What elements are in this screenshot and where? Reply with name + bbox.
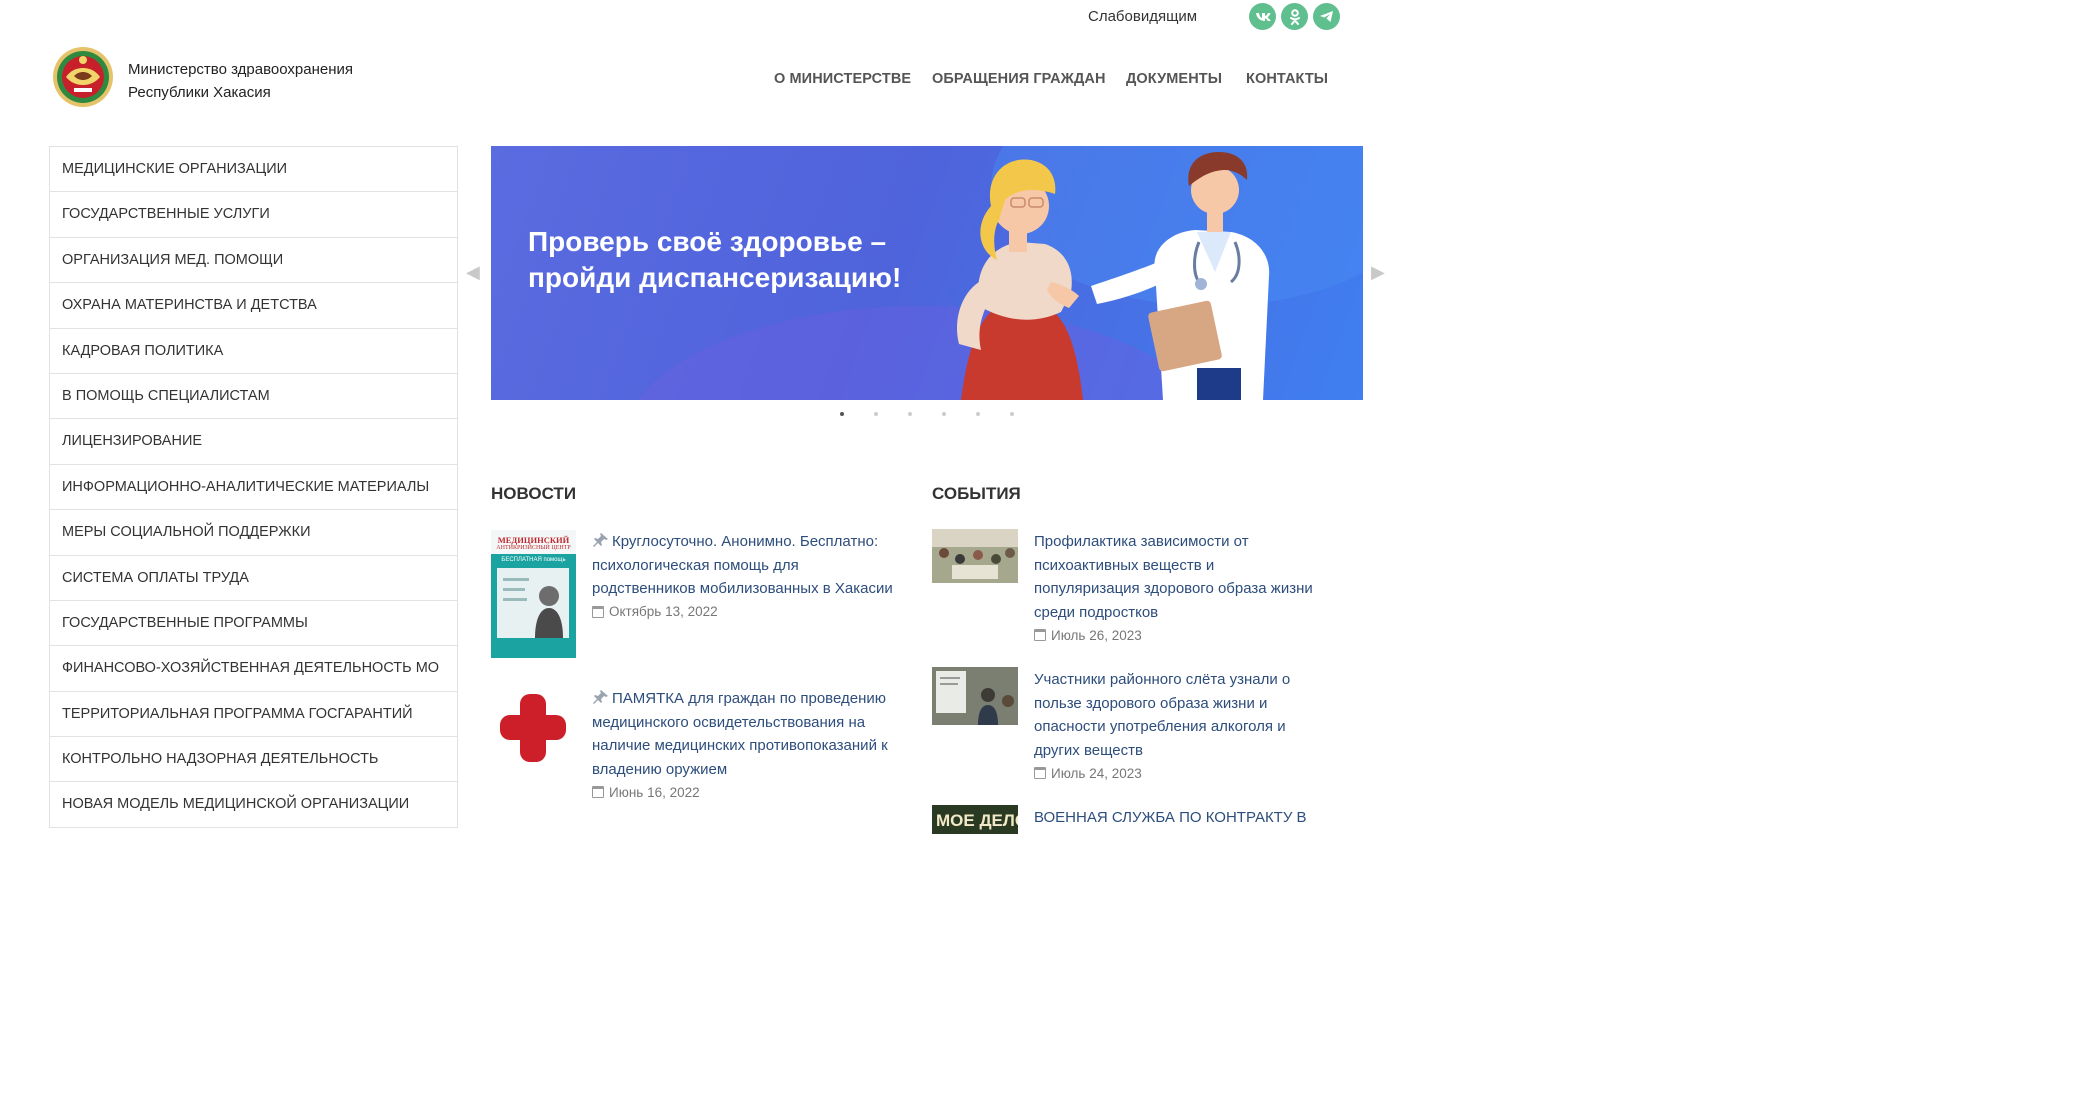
news-item-title: ПАМЯТКА для граждан по проведению медици…	[592, 690, 888, 779]
news-heading: НОВОСТИ	[491, 484, 577, 503]
nav-contacts[interactable]: КОНТАКТЫ	[1246, 71, 1328, 87]
event-item-date: Июль 26, 2023	[1034, 628, 1324, 643]
banner-title: Проверь своё здоровье – пройди диспансер…	[528, 224, 901, 296]
event-item: Профилактика зависимости от психоактивны…	[1034, 530, 1324, 643]
calendar-icon	[592, 605, 604, 618]
sidebar-item-control-supervision[interactable]: КОНТРОЛЬНО НАДЗОРНАЯ ДЕЯТЕЛЬНОСТЬ	[50, 737, 457, 783]
slider-dot-4[interactable]	[942, 412, 946, 416]
sidebar-item-medical-care-organization[interactable]: ОРГАНИЗАЦИЯ МЕД. ПОМОЩИ	[50, 238, 457, 284]
event-item-link[interactable]: Участники районного слёта узнали о польз…	[1034, 668, 1324, 763]
sidebar-item-state-services[interactable]: ГОСУДАРСТВЕННЫЕ УСЛУГИ	[50, 192, 457, 238]
news-item-title: Круглосуточно. Анонимно. Бесплатно: псих…	[592, 533, 893, 598]
news-thumb-2[interactable]	[491, 686, 576, 771]
calendar-icon	[592, 786, 604, 799]
event-thumb-1[interactable]	[932, 529, 1018, 583]
ministry-name[interactable]: Министерство здравоохранения Республики …	[128, 58, 353, 104]
news-item: ПАМЯТКА для граждан по проведению медици…	[592, 687, 897, 800]
slider-dot-2[interactable]	[874, 412, 878, 416]
event-item-link[interactable]: Профилактика зависимости от психоактивны…	[1034, 530, 1324, 625]
slider-dot-6[interactable]	[1010, 412, 1014, 416]
slider-dot-5[interactable]	[976, 412, 980, 416]
nav-citizen-appeals[interactable]: ОБРАЩЕНИЯ ГРАЖДАН	[932, 71, 1106, 87]
sidebar-item-financial-activity[interactable]: ФИНАНСОВО-ХОЗЯЙСТВЕННАЯ ДЕЯТЕЛЬНОСТЬ МО	[50, 646, 457, 692]
sidebar-menu: МЕДИЦИНСКИЕ ОРГАНИЗАЦИИ ГОСУДАРСТВЕННЫЕ …	[49, 146, 458, 828]
odnoklassniki-icon[interactable]	[1281, 3, 1308, 30]
event-item-date: Июль 24, 2023	[1034, 766, 1324, 781]
sidebar-item-licensing[interactable]: ЛИЦЕНЗИРОВАНИЕ	[50, 419, 457, 465]
brand-line-2: Республики Хакасия	[128, 84, 271, 101]
sidebar-item-maternity-childhood[interactable]: ОХРАНА МАТЕРИНСТВА И ДЕТСТВА	[50, 283, 457, 329]
event-thumb-3[interactable]: МОЕ ДЕЛО	[932, 805, 1018, 834]
event-item: ВОЕННАЯ СЛУЖБА ПО КОНТРАКТУ В	[1034, 806, 1324, 830]
news-thumb-1[interactable]: МЕДИЦИНСКИЙ АНТИКРИЗИСНЫЙ ЦЕНТР БЕСПЛАТН…	[491, 530, 576, 658]
slider-next-arrow[interactable]: ▶	[1371, 262, 1385, 283]
calendar-icon	[1034, 629, 1046, 642]
promo-slider-banner[interactable]: Проверь своё здоровье – пройди диспансер…	[491, 146, 1363, 400]
news-item-link[interactable]: ПАМЯТКА для граждан по проведению медици…	[592, 687, 897, 782]
coat-of-arms-logo[interactable]	[52, 46, 114, 108]
thumb-subtitle: АНТИКРИЗИСНЫЙ ЦЕНТР	[496, 545, 571, 551]
red-cross-icon	[500, 694, 566, 762]
thumb-photo	[497, 568, 569, 638]
news-item: Круглосуточно. Анонимно. Бесплатно: псих…	[592, 530, 897, 619]
banner-title-line-2: пройди диспансеризацию!	[528, 262, 902, 293]
sidebar-item-social-support[interactable]: МЕРЫ СОЦИАЛЬНОЙ ПОДДЕРЖКИ	[50, 510, 457, 556]
sidebar-item-specialists-help[interactable]: В ПОМОЩЬ СПЕЦИАЛИСТАМ	[50, 374, 457, 420]
news-item-date: Июнь 16, 2022	[592, 785, 897, 800]
thumb-band: БЕСПЛАТНАЯ помощь	[491, 554, 576, 658]
sidebar-item-analytics[interactable]: ИНФОРМАЦИОННО-АНАЛИТИЧЕСКИЕ МАТЕРИАЛЫ	[50, 465, 457, 511]
slider-prev-arrow[interactable]: ◀	[466, 262, 480, 283]
event-item-date-text: Июль 24, 2023	[1051, 765, 1142, 781]
low-vision-link[interactable]: Слабовидящим	[1088, 8, 1197, 25]
pin-icon	[592, 688, 608, 704]
news-item-date-text: Октябрь 13, 2022	[609, 604, 718, 620]
calendar-icon	[1034, 767, 1046, 780]
nav-about[interactable]: О МИНИСТЕРСТВЕ	[774, 71, 911, 87]
brand-line-1: Министерство здравоохранения	[128, 61, 353, 78]
event-item-date-text: Июль 26, 2023	[1051, 627, 1142, 643]
slider-dot-1[interactable]	[840, 412, 844, 416]
event-thumb-2[interactable]	[932, 667, 1018, 725]
telegram-icon[interactable]	[1313, 3, 1340, 30]
thumb-poster-text: МОЕ ДЕЛО	[936, 811, 1018, 830]
sidebar-item-medical-organizations[interactable]: МЕДИЦИНСКИЕ ОРГАНИЗАЦИИ	[50, 147, 457, 193]
nav-documents[interactable]: ДОКУМЕНТЫ	[1126, 71, 1222, 87]
events-heading: СОБЫТИЯ	[932, 484, 1021, 503]
news-item-date: Октябрь 13, 2022	[592, 604, 897, 619]
event-item: Участники районного слёта узнали о польз…	[1034, 668, 1324, 781]
event-item-link[interactable]: ВОЕННАЯ СЛУЖБА ПО КОНТРАКТУ В	[1034, 806, 1324, 830]
sidebar-item-territorial-program[interactable]: ТЕРРИТОРИАЛЬНАЯ ПРОГРАММА ГОСГАРАНТИЙ	[50, 692, 457, 738]
thumb-title: МЕДИЦИНСКИЙ	[497, 535, 570, 545]
top-bar: Слабовидящим	[0, 0, 1546, 36]
slider-dot-3[interactable]	[908, 412, 912, 416]
banner-title-line-1: Проверь своё здоровье –	[528, 226, 887, 257]
thumb-band-text: БЕСПЛАТНАЯ помощь	[501, 557, 566, 563]
news-item-link[interactable]: Круглосуточно. Анонимно. Бесплатно: псих…	[592, 530, 897, 601]
pin-icon	[592, 531, 608, 547]
sidebar-item-state-programs[interactable]: ГОСУДАРСТВЕННЫЕ ПРОГРАММЫ	[50, 601, 457, 647]
sidebar-item-personnel-policy[interactable]: КАДРОВАЯ ПОЛИТИКА	[50, 329, 457, 374]
news-item-date-text: Июнь 16, 2022	[609, 784, 700, 800]
sidebar-item-new-model[interactable]: НОВАЯ МОДЕЛЬ МЕДИЦИНСКОЙ ОРГАНИЗАЦИИ	[50, 782, 457, 828]
sidebar-item-pay-system[interactable]: СИСТЕМА ОПЛАТЫ ТРУДА	[50, 556, 457, 601]
vk-icon[interactable]	[1249, 3, 1276, 30]
